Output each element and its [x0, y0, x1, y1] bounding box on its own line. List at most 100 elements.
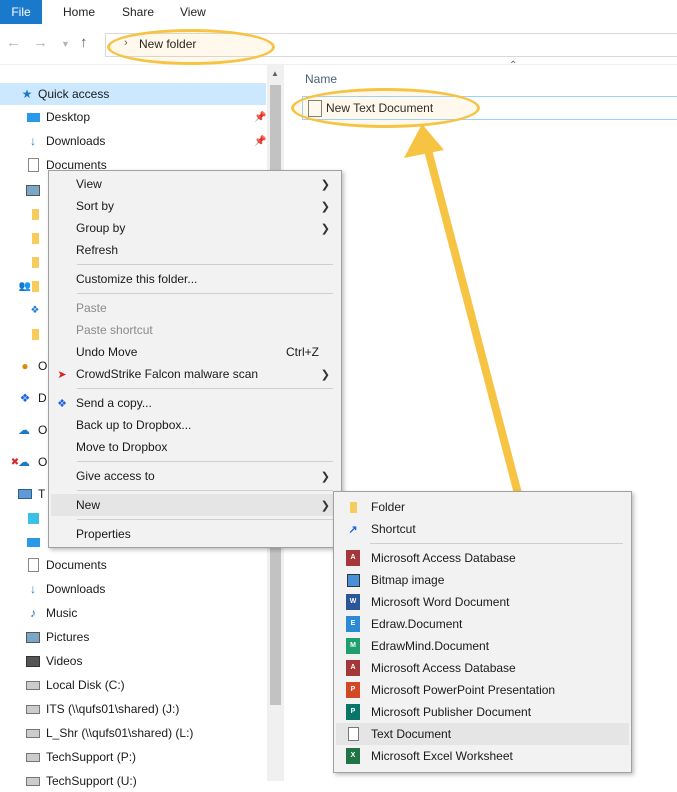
- column-header-name[interactable]: Name: [305, 72, 337, 86]
- pin-icon: 📌: [254, 135, 267, 147]
- menu-item-send-copy[interactable]: ❖ Send a copy...: [51, 392, 339, 414]
- up-arrow-icon[interactable]: ↑: [80, 34, 88, 51]
- nav-item-desktop[interactable]: Desktop 📌: [0, 106, 266, 128]
- menu-item-move-dropbox[interactable]: Move to Dropbox: [51, 436, 339, 458]
- desktop-icon: [26, 110, 40, 124]
- new-item-powerpoint[interactable]: P Microsoft PowerPoint Presentation: [336, 679, 629, 701]
- submenu-arrow-icon: ❯: [320, 368, 330, 381]
- folder-icon: [28, 255, 42, 269]
- folder-icon: [28, 327, 42, 341]
- nav-pc-local-disk[interactable]: Local Disk (C:): [0, 674, 266, 696]
- new-item-access-db-1[interactable]: A Microsoft Access Database: [336, 547, 629, 569]
- menu-item-refresh[interactable]: Refresh: [51, 239, 339, 261]
- access-icon: A: [346, 660, 360, 676]
- menu-item-view[interactable]: View ❯: [51, 173, 339, 195]
- menu-separator: [77, 490, 333, 491]
- submenu-arrow-icon: ❯: [320, 470, 330, 483]
- network-drive-icon: [26, 726, 40, 740]
- nav-pc-lshr-drive[interactable]: L_Shr (\\qufs01\shared) (L:): [0, 722, 266, 744]
- menu-item-crowdstrike[interactable]: ➤ CrowdStrike Falcon malware scan ❯: [51, 363, 339, 385]
- network-drive-icon: [26, 702, 40, 716]
- new-item-access-db-2[interactable]: A Microsoft Access Database: [336, 657, 629, 679]
- nav-pc-pictures[interactable]: Pictures: [0, 626, 266, 648]
- menu-item-undo-move[interactable]: Undo Move Ctrl+Z: [51, 341, 339, 363]
- menu-separator: [77, 388, 333, 389]
- menu-separator: [370, 543, 623, 544]
- folder-icon: [28, 231, 42, 245]
- menu-separator: [77, 293, 333, 294]
- nav-pc-techsupport-p[interactable]: TechSupport (P:): [0, 746, 266, 768]
- pin-icon: 📌: [254, 111, 267, 123]
- edrawmind-icon: M: [346, 638, 360, 654]
- cube-icon: [26, 511, 40, 525]
- new-item-text-document[interactable]: Text Document: [336, 723, 629, 745]
- nav-pc-techsupport-u[interactable]: TechSupport (U:): [0, 770, 266, 792]
- new-item-folder[interactable]: Folder: [336, 496, 629, 518]
- folder-icon: [28, 279, 42, 293]
- scroll-up-icon[interactable]: ▲: [271, 69, 279, 78]
- network-drive-icon: [26, 750, 40, 764]
- highlight-address-oval: [107, 29, 275, 65]
- new-item-word[interactable]: W Microsoft Word Document: [336, 591, 629, 613]
- menu-item-properties[interactable]: Properties: [51, 523, 339, 545]
- new-item-edraw[interactable]: E Edraw.Document: [336, 613, 629, 635]
- pictures-icon: [26, 630, 40, 644]
- new-item-shortcut[interactable]: ↗ Shortcut: [336, 518, 629, 540]
- cloud-icon: ☁: [18, 423, 30, 437]
- edraw-icon: E: [346, 616, 360, 632]
- menu-item-group-by[interactable]: Group by ❯: [51, 217, 339, 239]
- arrow-head: [404, 124, 444, 158]
- download-icon: ↓: [30, 134, 36, 148]
- new-item-bitmap[interactable]: Bitmap image: [336, 569, 629, 591]
- submenu-arrow-icon: ❯: [320, 222, 330, 235]
- bitmap-icon: [346, 573, 360, 587]
- tab-share[interactable]: Share: [122, 0, 154, 24]
- sort-caret-icon: ⌃: [509, 60, 518, 71]
- highlight-file-oval: [291, 88, 480, 128]
- video-icon: [26, 654, 40, 668]
- submenu-arrow-icon: ❯: [320, 499, 330, 512]
- recent-locations-chevron-icon[interactable]: ▼: [61, 39, 70, 49]
- new-item-excel[interactable]: X Microsoft Excel Worksheet: [336, 745, 629, 767]
- network-drive-icon: [26, 774, 40, 788]
- nav-item-downloads[interactable]: ↓ Downloads 📌: [0, 130, 266, 152]
- navigation-bar: ← → ▼ ↑ › New folder: [0, 24, 677, 65]
- shortcut-icon: ↗: [348, 523, 358, 536]
- star-icon: ★: [21, 87, 33, 101]
- menu-item-sort-by[interactable]: Sort by ❯: [51, 195, 339, 217]
- menu-separator: [77, 461, 333, 462]
- access-icon: A: [346, 550, 360, 566]
- nav-pc-music[interactable]: ♪ Music: [0, 602, 266, 624]
- cloud-icon: ☁: [18, 455, 30, 469]
- new-item-publisher[interactable]: P Microsoft Publisher Document: [336, 701, 629, 723]
- music-icon: ♪: [30, 606, 36, 620]
- documents-icon: [26, 558, 40, 572]
- file-tab[interactable]: File: [0, 0, 42, 24]
- new-item-edrawmind[interactable]: M EdrawMind.Document: [336, 635, 629, 657]
- menu-item-new[interactable]: New ❯: [51, 494, 339, 516]
- tab-view[interactable]: View: [180, 0, 206, 24]
- shortcut-text: Ctrl+Z: [286, 345, 319, 359]
- download-icon: ↓: [30, 582, 36, 596]
- dropbox-icon: ❖: [19, 391, 31, 405]
- nav-pc-documents[interactable]: Documents: [0, 554, 266, 576]
- forward-arrow-icon[interactable]: →: [33, 34, 48, 51]
- back-arrow-icon[interactable]: ←: [6, 34, 21, 51]
- menu-item-backup-dropbox[interactable]: Back up to Dropbox...: [51, 414, 339, 436]
- ribbon: File Home Share View: [0, 0, 677, 24]
- computer-icon: [18, 487, 32, 501]
- new-submenu: Folder ↗ Shortcut A Microsoft Access Datab…: [333, 491, 632, 773]
- menu-item-customize-folder[interactable]: Customize this folder...: [51, 268, 339, 290]
- context-menu: View ❯ Sort by ❯ Group by ❯ Refresh Customi…: [48, 170, 342, 548]
- nav-pc-videos[interactable]: Videos: [0, 650, 266, 672]
- desktop-icon: [26, 535, 40, 549]
- documents-icon: [26, 158, 40, 172]
- nav-pc-its-drive[interactable]: ITS (\\qufs01\shared) (J:): [0, 698, 266, 720]
- nav-pc-downloads[interactable]: ↓ Downloads: [0, 578, 266, 600]
- excel-icon: X: [346, 748, 360, 764]
- submenu-arrow-icon: ❯: [320, 178, 330, 191]
- publisher-icon: P: [346, 704, 360, 720]
- nav-quick-access[interactable]: ★ Quick access: [0, 83, 266, 105]
- tab-home[interactable]: Home: [63, 0, 95, 24]
- menu-item-give-access[interactable]: Give access to ❯: [51, 465, 339, 487]
